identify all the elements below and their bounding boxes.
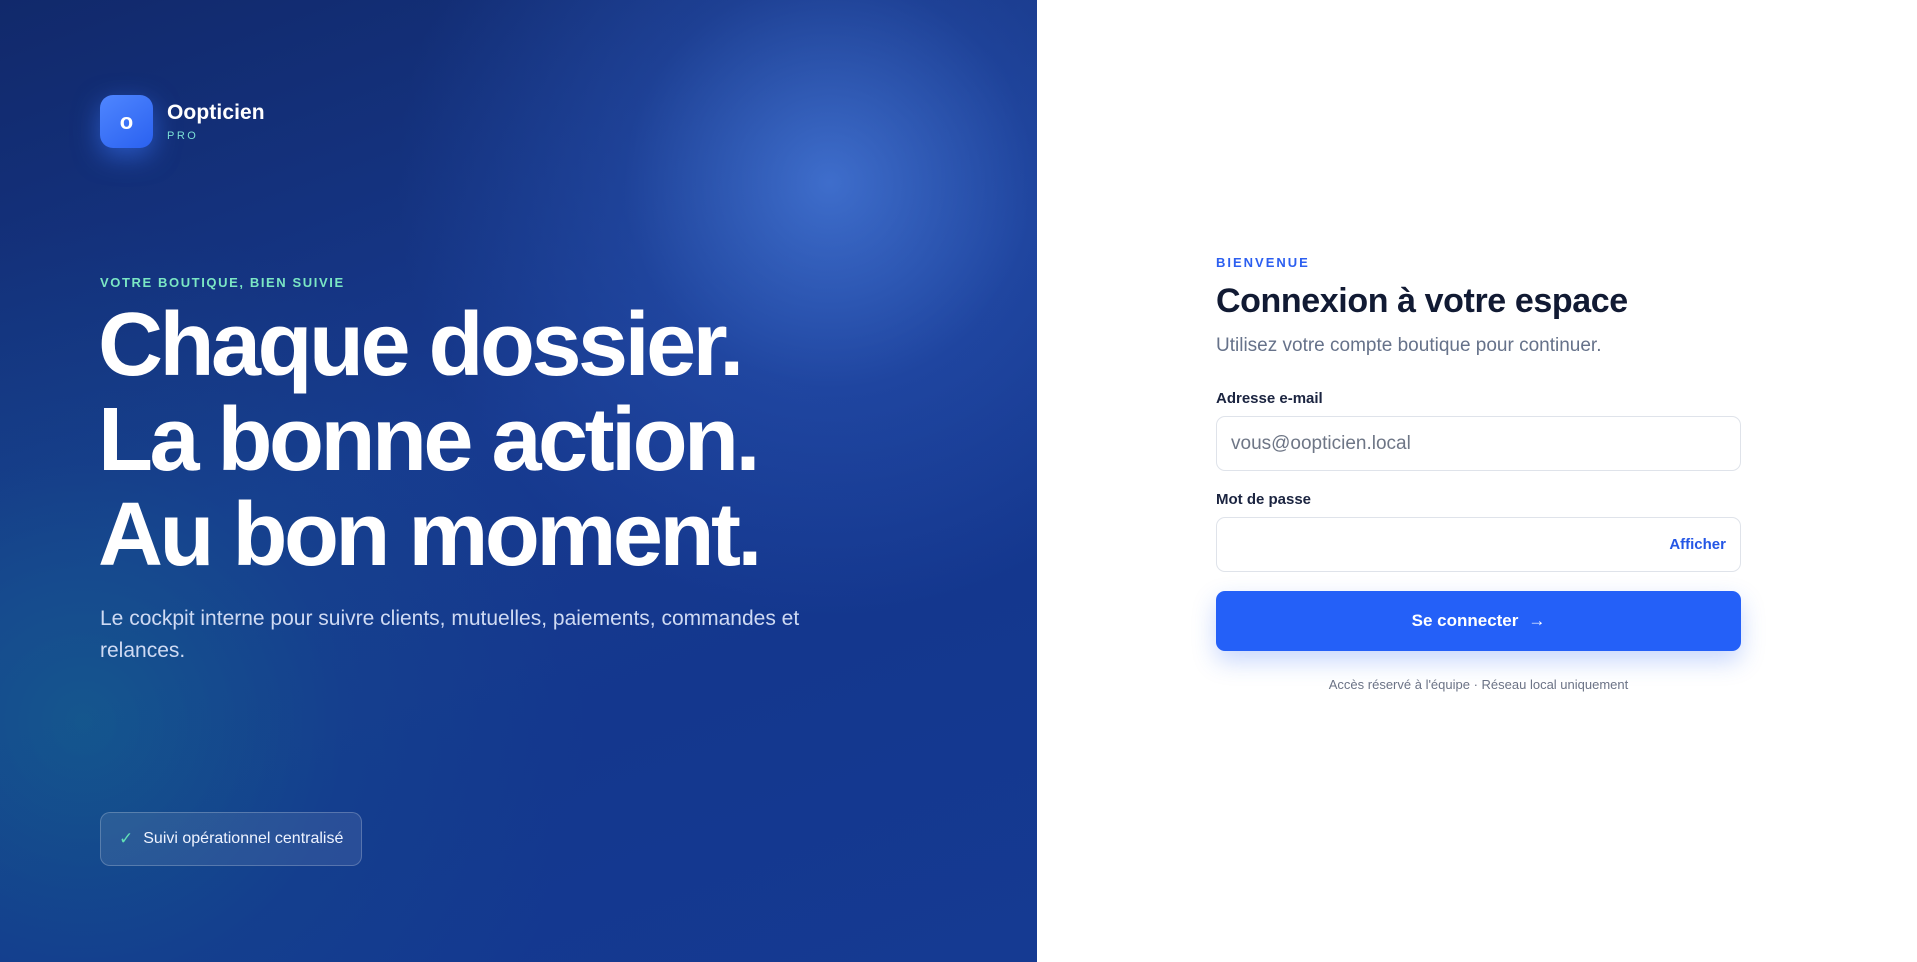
login-button-label: Se connecter <box>1411 611 1519 630</box>
login-button[interactable]: Se connecter → <box>1216 591 1741 651</box>
password-field-wrapper: Afficher <box>1216 517 1741 572</box>
access-note: Accès réservé à l'équipe · Réseau local … <box>1328 677 1629 692</box>
check-icon: ✓ <box>119 829 134 848</box>
hero-description: Le cockpit interne pour suivre clients, … <box>100 607 800 662</box>
feature-badge-label: Suivi opérationnel centralisé <box>143 830 344 847</box>
hero-kicker: VOTRE BOUTIQUE, BIEN SUIVIE <box>100 275 345 290</box>
hero-panel: o Oopticien PRO VOTRE BOUTIQUE, BIEN SUI… <box>0 0 1037 962</box>
logo-icon: o <box>100 95 153 148</box>
brand: o Oopticien PRO <box>100 95 265 148</box>
login-subtitle: Utilisez votre compte boutique pour cont… <box>1216 335 1602 356</box>
brand-text: Oopticien PRO <box>167 101 265 141</box>
headline-line-2: La bonne action. <box>98 390 761 490</box>
email-label: Adresse e-mail <box>1216 390 1323 407</box>
headline-line-1: Chaque dossier. <box>98 295 744 395</box>
email-field[interactable] <box>1231 432 1726 455</box>
login-panel: BIENVENUE Connexion à votre espace Utili… <box>1037 0 1917 962</box>
hero-headline: Chaque dossier. La bonne action. Au bon … <box>98 295 762 585</box>
login-eyebrow: BIENVENUE <box>1216 255 1310 270</box>
login-title: Connexion à votre espace <box>1216 282 1628 320</box>
email-field-wrapper <box>1216 416 1741 471</box>
login-form: BIENVENUE Connexion à votre espace Utili… <box>1216 255 1741 692</box>
password-label: Mot de passe <box>1216 491 1312 508</box>
feature-badge: ✓ Suivi opérationnel centralisé <box>100 812 363 866</box>
login-page: o Oopticien PRO VOTRE BOUTIQUE, BIEN SUI… <box>0 0 1917 962</box>
show-password-button[interactable]: Afficher <box>1669 536 1726 553</box>
brand-tier: PRO <box>167 129 199 142</box>
password-field[interactable] <box>1231 533 1670 556</box>
arrow-right-icon: → <box>1528 611 1546 630</box>
headline-line-3: Au bon moment. <box>98 485 762 585</box>
brand-name: Oopticien <box>167 101 265 125</box>
